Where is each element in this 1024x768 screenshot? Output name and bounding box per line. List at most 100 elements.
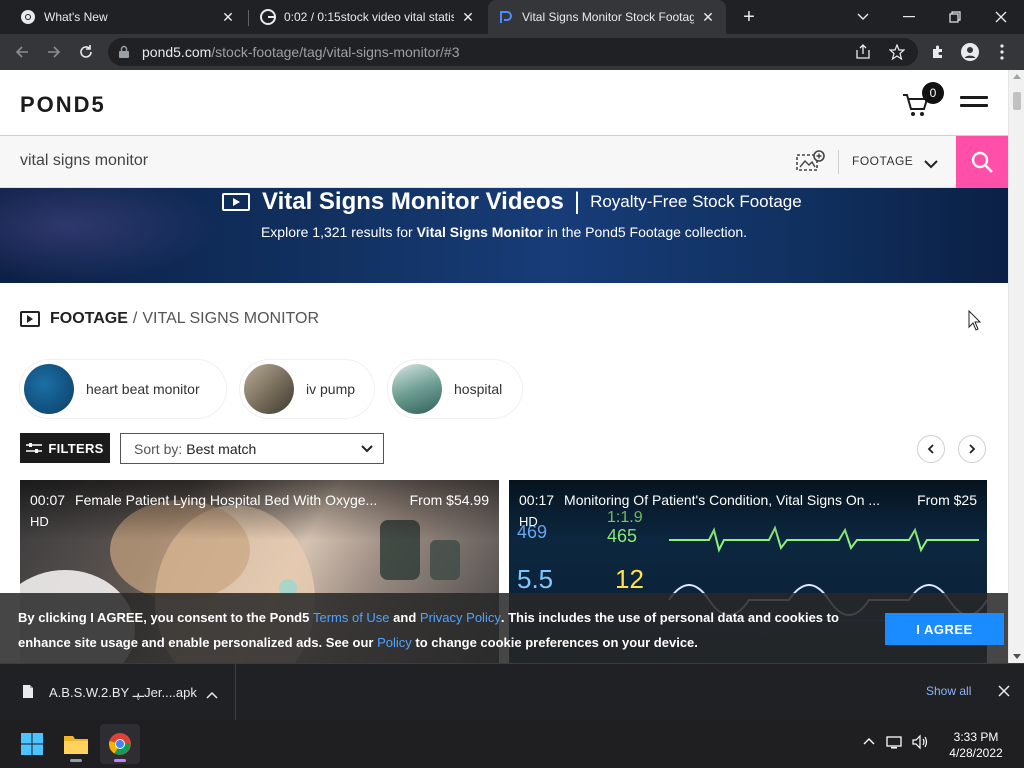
terms-of-use-link[interactable]: Terms of Use	[313, 610, 390, 625]
chevron-up-icon[interactable]	[206, 686, 218, 704]
page-scrollbar[interactable]	[1008, 70, 1024, 663]
new-tab-button[interactable]: +	[738, 6, 760, 28]
hd-badge: HD	[519, 514, 538, 529]
clip-duration: 00:07	[30, 492, 66, 508]
url-text: pond5.com/stock-footage/tag/vital-signs-…	[142, 44, 460, 60]
search-divider	[838, 150, 839, 174]
close-tab-icon[interactable]: ✕	[700, 9, 716, 25]
restore-button[interactable]	[932, 0, 978, 34]
pond5-favicon-icon	[498, 9, 514, 25]
tab-google-video[interactable]: 0:02 / 0:15stock video vital statist ✕	[250, 0, 486, 34]
clip-title: Monitoring Of Patient's Condition, Vital…	[564, 492, 881, 508]
related-tag-chip[interactable]: iv pump	[240, 360, 374, 418]
hero-heading: Vital Signs Monitor Videos | Royalty-Fre…	[222, 188, 802, 216]
visual-search-icon[interactable]	[796, 150, 826, 172]
reload-button[interactable]	[72, 38, 100, 66]
chevron-left-icon	[927, 444, 934, 454]
forward-button[interactable]	[40, 38, 68, 66]
mouse-pointer-icon	[968, 309, 982, 337]
chevron-up-icon[interactable]	[862, 734, 876, 755]
page-subtitle: Royalty-Free Stock Footage	[590, 192, 802, 211]
hamburger-menu-icon[interactable]	[960, 96, 988, 110]
privacy-policy-link[interactable]: Privacy Policy	[420, 610, 501, 625]
previous-page-button[interactable]	[917, 435, 945, 463]
breadcrumb: FOOTAGE / VITAL SIGNS MONITOR	[20, 310, 319, 328]
back-button[interactable]	[8, 38, 36, 66]
google-icon	[260, 9, 276, 25]
page-title: Vital Signs Monitor Videos	[262, 188, 564, 215]
breadcrumb-separator: /	[132, 310, 138, 327]
close-icon[interactable]	[998, 684, 1010, 702]
sort-dropdown[interactable]: Sort by: Best match	[120, 433, 384, 464]
profile-avatar-icon[interactable]	[960, 42, 980, 62]
next-page-button[interactable]	[958, 435, 986, 463]
tab-search-chevron-icon[interactable]	[840, 0, 886, 34]
clip-title: Female Patient Lying Hospital Bed With O…	[75, 492, 378, 508]
scroll-down-arrow-icon	[1013, 654, 1021, 659]
tab-title: What's New	[44, 10, 108, 24]
clip-price: From $25	[917, 492, 977, 508]
scrollbar-thumb	[1013, 92, 1021, 110]
extensions-puzzle-icon[interactable]	[928, 42, 948, 62]
browser-menu-kebab-icon[interactable]	[992, 42, 1012, 62]
breadcrumb-footage-link[interactable]: FOOTAGE	[50, 310, 128, 328]
minimize-button[interactable]	[886, 0, 932, 34]
volume-icon[interactable]	[912, 734, 928, 755]
results-summary: Explore 1,321 results for Vital Signs Mo…	[260, 224, 748, 240]
related-tag-chip[interactable]: heart beat monitor	[20, 360, 226, 418]
policy-link[interactable]: Policy	[377, 635, 412, 650]
site-header: POND5 0	[0, 70, 1008, 136]
windows-start-icon[interactable]	[12, 724, 52, 764]
card-meta: 00:17 Monitoring Of Patient's Condition,…	[519, 492, 977, 508]
video-play-icon	[20, 311, 40, 327]
svg-text:12: 12	[615, 564, 644, 594]
clip-price: From $54.99	[409, 492, 489, 508]
card-overlay	[509, 480, 987, 540]
tab-title: 0:02 / 0:15stock video vital statist	[284, 10, 454, 24]
search-input[interactable]: vital signs monitor	[20, 152, 148, 170]
close-window-button[interactable]	[978, 0, 1024, 34]
tab-whats-new[interactable]: What's New ✕	[10, 0, 246, 34]
close-tab-icon[interactable]: ✕	[220, 9, 236, 25]
lock-icon[interactable]	[118, 45, 130, 64]
card-overlay	[20, 480, 499, 540]
sort-label: Sort by:	[134, 440, 183, 457]
filters-button[interactable]: FILTERS	[20, 433, 110, 463]
breadcrumb-current: VITAL SIGNS MONITOR	[142, 310, 319, 327]
download-file-name: A.B.S.W.2.BY ـپـJer....apk	[49, 685, 197, 700]
bookmark-star-icon[interactable]	[888, 43, 906, 61]
chrome-taskbar-icon[interactable]	[100, 724, 140, 764]
pond5-logo[interactable]: POND5	[20, 92, 106, 118]
address-bar[interactable]: pond5.com/stock-footage/tag/vital-signs-…	[108, 38, 918, 66]
page-viewport: POND5 0 vital signs monitor FOOTAGE Vita…	[0, 70, 1024, 663]
search-button[interactable]	[956, 136, 1008, 188]
system-clock[interactable]: 3:33 PM 4/28/2022	[940, 729, 1012, 761]
tab-vital-signs[interactable]: Vital Signs Monitor Stock Footag ✕	[488, 0, 726, 34]
clock-time: 3:33 PM	[953, 730, 999, 744]
i-agree-button[interactable]: I AGREE	[885, 613, 1004, 645]
title-separator: |	[573, 188, 581, 215]
share-icon[interactable]	[854, 43, 872, 61]
scroll-up-arrow-icon	[1013, 74, 1021, 79]
cookie-consent-text: By clicking I AGREE, you consent to the …	[18, 610, 839, 650]
browser-toolbar: pond5.com/stock-footage/tag/vital-signs-…	[0, 34, 1024, 70]
file-explorer-icon[interactable]	[56, 724, 96, 764]
chip-label: hospital	[454, 381, 503, 397]
cookie-consent-banner: By clicking I AGREE, you consent to the …	[0, 593, 1008, 663]
chrome-icon	[20, 9, 36, 25]
hero-banner: Vital Signs Monitor Videos | Royalty-Fre…	[0, 188, 1008, 283]
hd-badge: HD	[30, 514, 49, 529]
sort-value: Best match	[186, 440, 257, 457]
related-tag-chip[interactable]: hospital	[388, 360, 522, 418]
show-all-downloads-link[interactable]: Show all	[926, 684, 971, 698]
chevron-down-icon	[361, 442, 373, 458]
network-icon[interactable]	[886, 734, 902, 755]
video-play-icon	[222, 193, 250, 211]
iv-pump-thumbnail	[244, 364, 294, 414]
search-scope-dropdown[interactable]: FOOTAGE	[852, 154, 913, 168]
chevron-down-icon[interactable]	[924, 156, 938, 174]
download-item[interactable]: A.B.S.W.2.BY ـپـJer....apk	[0, 664, 236, 720]
close-tab-icon[interactable]: ✕	[460, 9, 476, 25]
system-tray	[862, 734, 928, 755]
heart-monitor-thumbnail	[24, 364, 74, 414]
